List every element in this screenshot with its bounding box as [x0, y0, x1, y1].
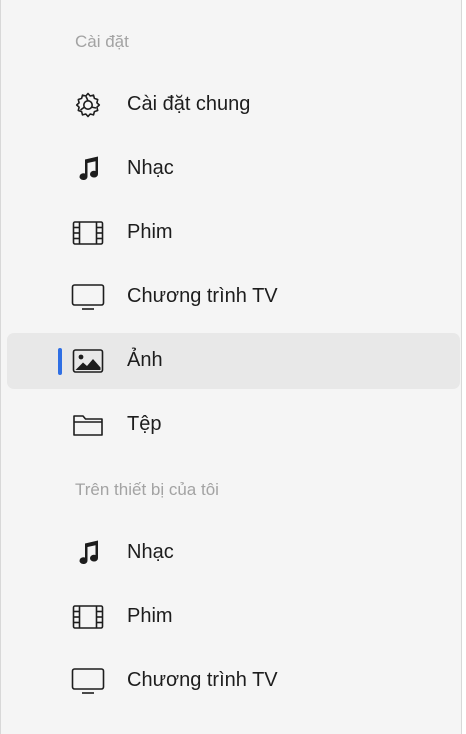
sidebar-item-label: Chương trình TV [127, 669, 278, 691]
section-header-on-my-device: Trên thiết bị của tôi [75, 480, 219, 499]
sidebar-item-label: Chương trình TV [127, 285, 278, 307]
sidebar-item-label: Tệp [127, 413, 162, 435]
gear-icon [71, 90, 105, 120]
sidebar-item-files[interactable]: Tệp [7, 397, 460, 453]
sidebar-item-device-music[interactable]: Nhạc [7, 525, 460, 581]
folder-icon [71, 410, 105, 440]
tv-icon [71, 282, 105, 312]
film-icon [71, 218, 105, 248]
sidebar-item-general[interactable]: Cài đặt chung [7, 77, 460, 133]
sidebar-item-label: Phim [127, 605, 173, 627]
music-note-icon [71, 154, 105, 184]
sidebar-item-music[interactable]: Nhạc [7, 141, 460, 197]
sidebar-item-device-movies[interactable]: Phim [7, 589, 460, 645]
sidebar-item-label: Cài đặt chung [127, 93, 251, 115]
sidebar-item-photos[interactable]: Ảnh [7, 333, 460, 389]
selection-indicator [58, 348, 62, 375]
sidebar-item-tv-shows[interactable]: Chương trình TV [7, 269, 460, 325]
sidebar-item-label: Nhạc [127, 157, 174, 179]
sidebar-item-label: Phim [127, 221, 173, 243]
section-header-settings: Cài đặt [75, 32, 129, 51]
photo-icon [71, 346, 105, 376]
sidebar-item-label: Ảnh [127, 349, 163, 371]
music-note-icon [71, 538, 105, 568]
film-icon [71, 602, 105, 632]
sidebar-item-movies[interactable]: Phim [7, 205, 460, 261]
sidebar-item-label: Nhạc [127, 541, 174, 563]
tv-icon [71, 666, 105, 696]
sidebar: Cài đặt Cài đặt chung Nhạc Phim Chương t… [0, 0, 462, 734]
sidebar-item-device-tv-shows[interactable]: Chương trình TV [7, 653, 460, 709]
